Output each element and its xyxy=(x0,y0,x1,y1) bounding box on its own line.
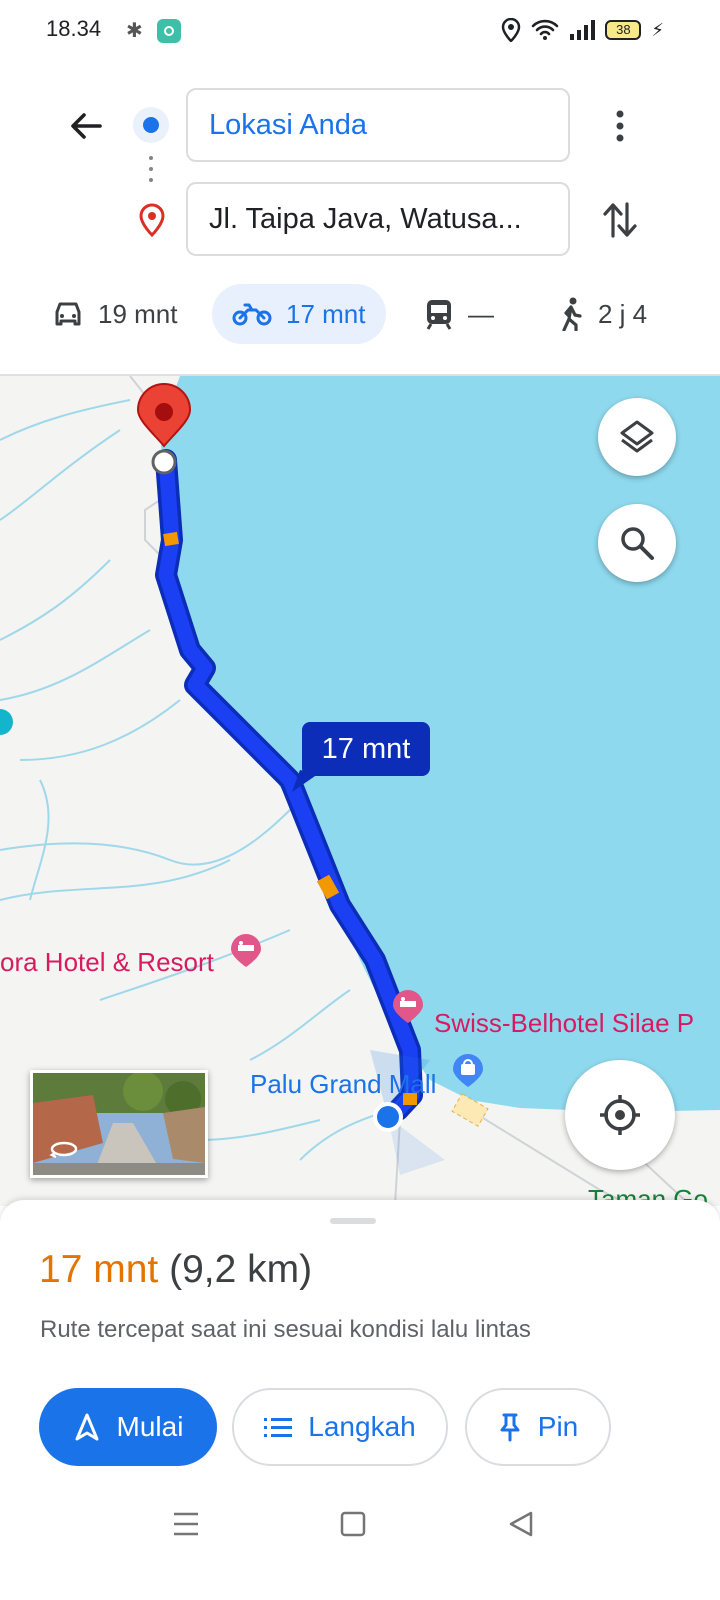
mode-walk[interactable]: 2 j 4 xyxy=(558,284,647,344)
shopping-icon[interactable] xyxy=(450,1052,486,1088)
app-notification-icon xyxy=(157,19,181,43)
route-duration: 17 mnt xyxy=(39,1248,159,1291)
my-location-icon xyxy=(600,1095,640,1135)
walk-icon xyxy=(562,297,582,331)
mode-motorbike-label: 17 mnt xyxy=(286,298,366,329)
transit-icon xyxy=(426,300,452,330)
mode-transit[interactable]: — xyxy=(424,284,494,344)
route-note: Rute tercepat saat ini sesuai kondisi la… xyxy=(40,1316,531,1343)
origin-dot-icon xyxy=(133,107,169,143)
origin-field[interactable]: Lokasi Anda xyxy=(186,88,570,162)
mode-motorbike[interactable]: 17 mnt xyxy=(212,284,386,344)
traffic-segment xyxy=(316,874,340,900)
battery-icon: 38 xyxy=(605,20,642,40)
navigation-arrow-icon xyxy=(75,1413,99,1441)
search-map-button[interactable] xyxy=(598,504,676,582)
poi-hotel-right[interactable]: Swiss-Belhotel Silae P xyxy=(434,1008,694,1039)
list-icon xyxy=(264,1418,293,1437)
swap-directions-icon[interactable] xyxy=(598,198,642,242)
start-button-label: Mulai xyxy=(116,1411,184,1442)
hotel-icon[interactable] xyxy=(228,932,264,968)
signal-icon xyxy=(570,20,596,40)
bluetooth-icon: ✱ xyxy=(126,20,143,42)
mode-car[interactable]: 19 mnt xyxy=(52,284,178,344)
pin-button-label: Pin xyxy=(537,1411,579,1442)
destination-field[interactable]: Jl. Taipa Java, Watusa... xyxy=(186,182,570,256)
more-options-icon[interactable] xyxy=(604,106,636,146)
sheet-drag-handle[interactable] xyxy=(330,1218,376,1224)
steps-button-label: Langkah xyxy=(308,1411,416,1442)
destination-endpoint xyxy=(151,449,177,475)
car-icon xyxy=(55,302,81,326)
home-nav-icon[interactable] xyxy=(337,1508,369,1540)
steps-button[interactable]: Langkah xyxy=(232,1388,448,1466)
route-summary: 17 mnt (9,2 km) xyxy=(39,1248,312,1292)
rotate-360-icon xyxy=(49,1141,78,1159)
mode-transit-label: — xyxy=(468,298,494,329)
motorbike-icon xyxy=(232,303,272,326)
menu-nav-icon[interactable] xyxy=(170,1508,202,1540)
current-location-dot xyxy=(377,1106,399,1128)
route-connector-dots xyxy=(148,156,154,190)
mode-car-label: 19 mnt xyxy=(98,298,178,329)
search-icon xyxy=(621,527,654,560)
pin-button[interactable]: Pin xyxy=(465,1388,611,1466)
layers-icon xyxy=(620,420,654,453)
pin-icon xyxy=(500,1413,520,1442)
start-button[interactable]: Mulai xyxy=(39,1388,217,1466)
route-distance: (9,2 km) xyxy=(169,1248,313,1291)
hotel-icon[interactable] xyxy=(390,988,426,1024)
mode-walk-label: 2 j 4 xyxy=(598,298,648,329)
my-location-button[interactable] xyxy=(565,1060,675,1170)
charging-icon: ⚡ xyxy=(651,19,664,40)
status-bar: 18.34 ✱ 38 ⚡ xyxy=(0,0,720,64)
poi-mall[interactable]: Palu Grand Mall xyxy=(250,1069,436,1100)
back-nav-icon[interactable] xyxy=(505,1508,537,1540)
destination-pin-icon xyxy=(139,203,165,238)
poi-edge-icon[interactable] xyxy=(0,709,13,735)
destination-marker-dot xyxy=(155,403,173,421)
street-view-thumbnail[interactable] xyxy=(30,1070,208,1178)
traffic-segment xyxy=(163,531,179,547)
layers-button[interactable] xyxy=(598,398,676,476)
wifi-icon xyxy=(532,19,559,40)
map-view[interactable]: 17 mnt ora Hotel & Resort Swiss-Belhotel… xyxy=(0,376,720,1206)
location-icon xyxy=(502,18,521,42)
street-view-image xyxy=(33,1073,205,1175)
status-time: 18.34 xyxy=(46,16,102,41)
route-eta-label: 17 mnt xyxy=(302,722,430,776)
poi-hotel-left[interactable]: ora Hotel & Resort xyxy=(0,947,214,978)
back-arrow-icon[interactable] xyxy=(64,104,108,148)
